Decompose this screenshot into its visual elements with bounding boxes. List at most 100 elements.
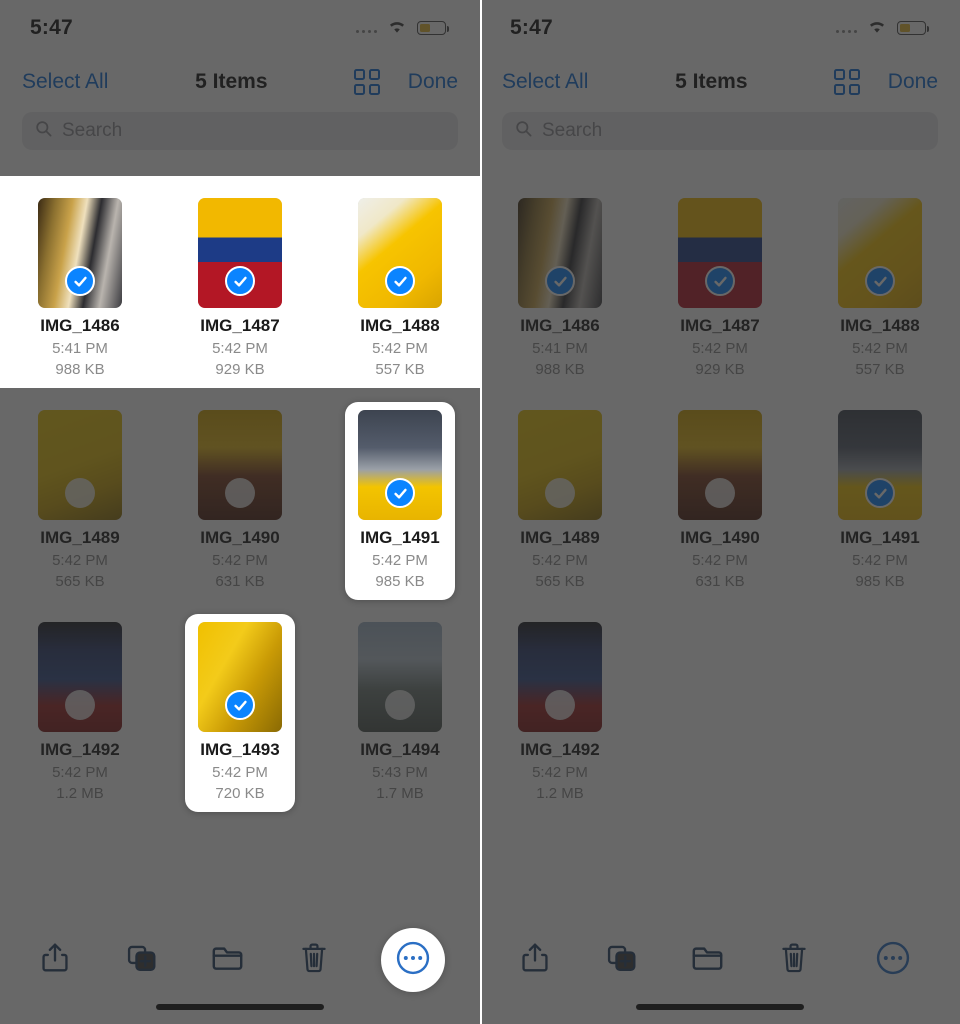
- file-card[interactable]: IMG_1488 5:42 PM 557 KB: [825, 190, 935, 388]
- file-card[interactable]: IMG_1487 5:42 PM 929 KB: [185, 190, 295, 388]
- file-thumbnail[interactable]: [358, 622, 442, 732]
- nav-bar: Select All 5 Items Done: [0, 56, 480, 108]
- selected-check-icon[interactable]: [385, 266, 415, 296]
- file-card[interactable]: IMG_1489 5:42 PM 565 KB: [505, 402, 615, 600]
- file-card[interactable]: IMG_1488 5:42 PM 557 KB: [345, 190, 455, 388]
- grid-cell: IMG_1491 5:42 PM 985 KB: [800, 388, 960, 600]
- file-name: IMG_1491: [840, 528, 920, 547]
- wifi-icon: [386, 18, 408, 39]
- grid-cell: IMG_1491 5:42 PM 985 KB: [320, 388, 480, 600]
- panel-divider: [480, 0, 482, 1024]
- select-all-button[interactable]: Select All: [502, 70, 588, 94]
- file-thumbnail[interactable]: [198, 410, 282, 520]
- more-circle-icon: [875, 940, 911, 981]
- share-button[interactable]: [35, 940, 75, 980]
- file-card[interactable]: IMG_1492 5:42 PM 1.2 MB: [505, 614, 615, 812]
- file-card[interactable]: IMG_1491 5:42 PM 985 KB: [825, 402, 935, 600]
- file-card[interactable]: IMG_1493 5:42 PM 720 KB: [185, 614, 295, 812]
- unselected-circle-icon[interactable]: [705, 478, 735, 508]
- selected-check-icon[interactable]: [225, 266, 255, 296]
- more-button[interactable]: [380, 928, 445, 992]
- file-time: 5:41 PM: [532, 340, 588, 357]
- selected-check-icon[interactable]: [545, 266, 575, 296]
- file-size: 565 KB: [55, 573, 105, 590]
- file-thumbnail[interactable]: [678, 410, 762, 520]
- file-thumbnail[interactable]: [678, 198, 762, 308]
- grid-cell: IMG_1490 5:42 PM 631 KB: [160, 388, 320, 600]
- duplicate-button[interactable]: [122, 940, 162, 980]
- file-thumbnail[interactable]: [838, 410, 922, 520]
- file-size: 557 KB: [375, 361, 425, 378]
- search-area: Search: [0, 112, 480, 150]
- file-card[interactable]: IMG_1486 5:41 PM 988 KB: [25, 190, 135, 388]
- grid-view-icon[interactable]: [834, 69, 860, 95]
- grid-view-icon[interactable]: [354, 69, 380, 95]
- file-card[interactable]: IMG_1492 5:42 PM 1.2 MB: [25, 614, 135, 812]
- unselected-circle-icon[interactable]: [65, 478, 95, 508]
- selected-check-icon[interactable]: [225, 690, 255, 720]
- move-to-folder-button[interactable]: [208, 940, 248, 980]
- file-card[interactable]: IMG_1490 5:42 PM 631 KB: [185, 402, 295, 600]
- file-time: 5:42 PM: [692, 552, 748, 569]
- select-all-button[interactable]: Select All: [22, 70, 108, 94]
- selected-check-icon[interactable]: [865, 478, 895, 508]
- file-size: 988 KB: [55, 361, 105, 378]
- selected-check-icon[interactable]: [865, 266, 895, 296]
- unselected-circle-icon[interactable]: [545, 690, 575, 720]
- file-name: IMG_1488: [840, 316, 920, 335]
- file-thumbnail[interactable]: [518, 198, 602, 308]
- share-icon: [520, 942, 550, 979]
- unselected-circle-icon[interactable]: [225, 478, 255, 508]
- more-button[interactable]: [861, 928, 925, 992]
- file-card[interactable]: IMG_1494 5:43 PM 1.7 MB: [345, 614, 455, 812]
- file-time: 5:42 PM: [372, 340, 428, 357]
- file-card[interactable]: IMG_1489 5:42 PM 565 KB: [25, 402, 135, 600]
- file-card[interactable]: IMG_1491 5:42 PM 985 KB: [345, 402, 455, 600]
- delete-button[interactable]: [294, 940, 334, 980]
- file-thumbnail[interactable]: [198, 622, 282, 732]
- file-thumbnail[interactable]: [358, 198, 442, 308]
- unselected-circle-icon[interactable]: [385, 690, 415, 720]
- file-card[interactable]: IMG_1487 5:42 PM 929 KB: [665, 190, 775, 388]
- search-input[interactable]: Search: [22, 112, 458, 150]
- file-thumbnail[interactable]: [518, 622, 602, 732]
- move-to-folder-button[interactable]: [688, 940, 728, 980]
- unselected-circle-icon[interactable]: [545, 478, 575, 508]
- home-indicator: [156, 1004, 324, 1010]
- unselected-circle-icon[interactable]: [65, 690, 95, 720]
- nav-bar: Select All 5 Items Done: [480, 56, 960, 108]
- file-size: 988 KB: [535, 361, 585, 378]
- file-thumbnail[interactable]: [358, 410, 442, 520]
- file-grid-row: IMG_1489 5:42 PM 565 KB IMG_1490 5:42 PM 631 …: [480, 388, 960, 600]
- file-thumbnail[interactable]: [38, 622, 122, 732]
- selected-check-icon[interactable]: [385, 478, 415, 508]
- grid-cell-empty: [800, 600, 960, 812]
- battery-low-power-icon: [417, 21, 449, 35]
- share-icon: [40, 942, 70, 979]
- delete-button[interactable]: [774, 940, 814, 980]
- trash-icon: [300, 942, 328, 979]
- status-indicators: [355, 18, 449, 39]
- file-thumbnail[interactable]: [38, 198, 122, 308]
- duplicate-button[interactable]: [602, 940, 642, 980]
- search-input[interactable]: Search: [502, 112, 938, 150]
- file-time: 5:42 PM: [212, 764, 268, 781]
- grid-cell-empty: [640, 600, 800, 812]
- file-thumbnail[interactable]: [838, 198, 922, 308]
- file-grid-row: IMG_1492 5:42 PM 1.2 MB IMG_1493 5:42 PM 720 …: [0, 600, 480, 812]
- grid-cell: IMG_1489 5:42 PM 565 KB: [480, 388, 640, 600]
- done-button[interactable]: Done: [408, 70, 458, 94]
- file-card[interactable]: IMG_1490 5:42 PM 631 KB: [665, 402, 775, 600]
- file-thumbnail[interactable]: [198, 198, 282, 308]
- file-thumbnail[interactable]: [38, 410, 122, 520]
- file-name: IMG_1486: [520, 316, 600, 335]
- share-button[interactable]: [515, 940, 555, 980]
- folder-icon: [691, 944, 724, 977]
- grid-cell: IMG_1489 5:42 PM 565 KB: [0, 388, 160, 600]
- file-thumbnail[interactable]: [518, 410, 602, 520]
- selected-check-icon[interactable]: [65, 266, 95, 296]
- selected-check-icon[interactable]: [705, 266, 735, 296]
- file-card[interactable]: IMG_1486 5:41 PM 988 KB: [505, 190, 615, 388]
- done-button[interactable]: Done: [888, 70, 938, 94]
- search-placeholder: Search: [62, 120, 123, 141]
